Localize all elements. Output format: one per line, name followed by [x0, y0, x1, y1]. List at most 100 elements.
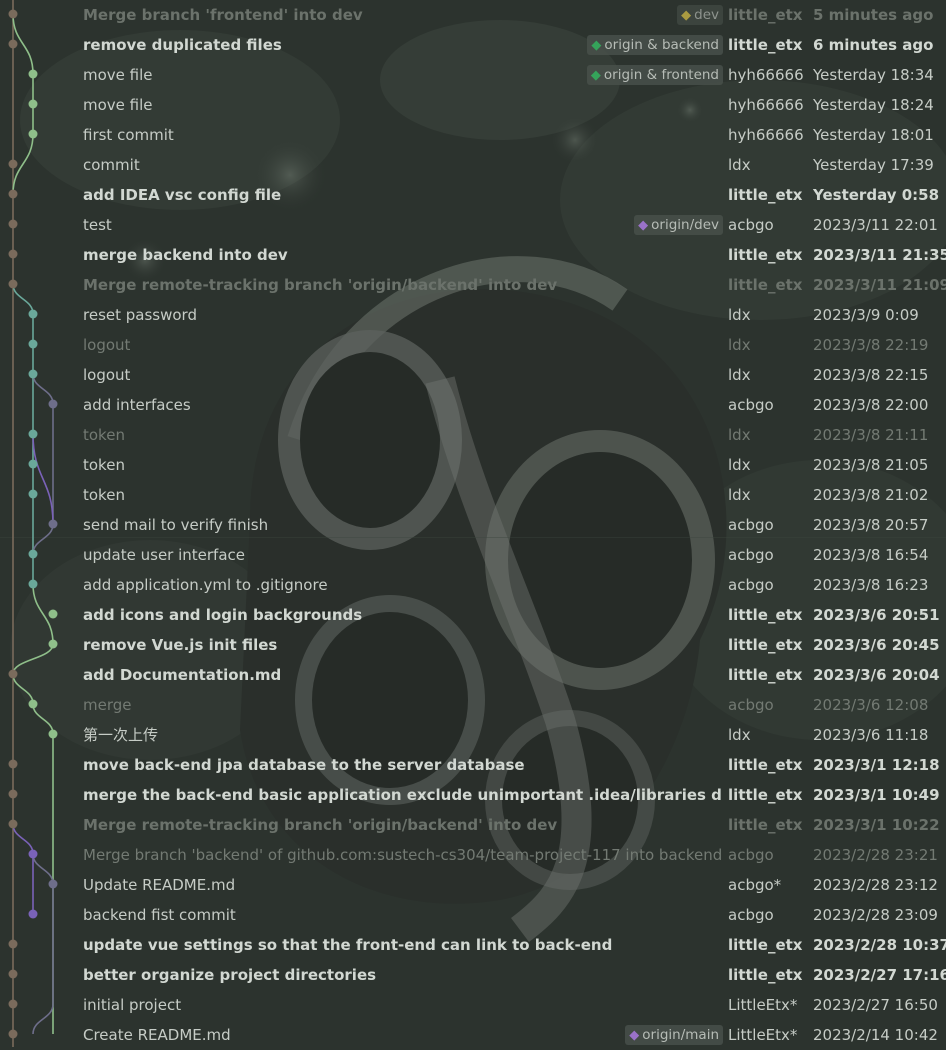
commit-date: 2023/3/8 16:54: [813, 546, 929, 564]
commit-subject: add application.yml to .gitignore: [83, 576, 328, 594]
commit-row[interactable]: add Documentation.md little_etx 2023/3/6 2…: [0, 660, 946, 690]
commit-subject: Merge branch 'backend' of github.com:sus…: [83, 846, 723, 864]
commit-subject: add Documentation.md: [83, 666, 282, 684]
commit-subject: commit: [83, 156, 140, 174]
commit-row[interactable]: token ldx 2023/3/8 21:05: [0, 450, 946, 480]
commit-subject: initial project: [83, 996, 182, 1014]
commit-row[interactable]: merge acbgo 2023/3/6 12:08: [0, 690, 946, 720]
commit-date: 2023/3/8 22:19: [813, 336, 929, 354]
commit-row[interactable]: token ldx 2023/3/8 21:11: [0, 420, 946, 450]
commit-row[interactable]: move file hyh66666 Yesterday 18:24: [0, 90, 946, 120]
branch-ref-label[interactable]: ◆ origin/dev: [634, 215, 723, 235]
commit-date: 2023/3/6 20:04: [813, 666, 940, 684]
commit-row[interactable]: backend fist commit acbgo 2023/2/28 23:09: [0, 900, 946, 930]
commit-row[interactable]: add interfaces acbgo 2023/3/8 22:00: [0, 390, 946, 420]
commit-author: little_etx: [728, 756, 803, 774]
branch-ref-label[interactable]: ◆ origin & backend: [587, 35, 723, 55]
commit-subject: move file: [83, 96, 153, 114]
commit-author: hyh66666: [728, 126, 804, 144]
commit-row[interactable]: remove Vue.js init files little_etx 2023/3…: [0, 630, 946, 660]
commit-row[interactable]: add icons and login backgrounds little_et…: [0, 600, 946, 630]
commit-date: 2023/3/6 11:18: [813, 726, 929, 744]
commit-row[interactable]: first commit hyh66666 Yesterday 18:01: [0, 120, 946, 150]
branch-ref-label[interactable]: ◆ origin & frontend: [586, 65, 723, 85]
commit-date: 2023/3/1 10:49: [813, 786, 940, 804]
commit-row[interactable]: Merge remote-tracking branch 'origin/bac…: [0, 270, 946, 300]
commit-date: 2023/2/28 10:37: [813, 936, 946, 954]
commit-row[interactable]: move file ◆ origin & frontend hyh66666 Yeste…: [0, 60, 946, 90]
commit-row[interactable]: merge backend into dev little_etx 2023/3/1…: [0, 240, 946, 270]
commit-subject: token: [83, 456, 125, 474]
commit-date: Yesterday 17:39: [813, 156, 934, 174]
branch-ref-text: origin/main: [642, 1027, 719, 1043]
commit-author: acbgo: [728, 396, 774, 414]
commit-subject: add IDEA vsc config file: [83, 186, 282, 204]
commit-date: 2023/2/27 16:50: [813, 996, 938, 1014]
commit-row[interactable]: Merge branch 'frontend' into dev ◆ dev litt…: [0, 0, 946, 30]
commit-row[interactable]: logout ldx 2023/3/8 22:15: [0, 360, 946, 390]
commit-author: acbgo: [728, 216, 774, 234]
commit-row[interactable]: Merge remote-tracking branch 'origin/bac…: [0, 810, 946, 840]
tag-icon-green: ◆: [590, 68, 601, 83]
commit-row[interactable]: logout ldx 2023/3/8 22:19: [0, 330, 946, 360]
commit-row[interactable]: Update README.md acbgo* 2023/2/28 23:12: [0, 870, 946, 900]
branch-ref-text: origin & frontend: [603, 67, 719, 83]
commit-author: little_etx: [728, 186, 803, 204]
commit-date: 2023/3/8 20:57: [813, 516, 929, 534]
commit-row[interactable]: 第一次上传 ldx 2023/3/6 11:18: [0, 720, 946, 750]
commit-date: 2023/3/8 22:00: [813, 396, 929, 414]
commit-author: little_etx: [728, 276, 803, 294]
commit-row[interactable]: token ldx 2023/3/8 21:02: [0, 480, 946, 510]
commit-author: ldx: [728, 456, 751, 474]
commit-subject: Merge remote-tracking branch 'origin/bac…: [83, 276, 558, 294]
commit-author: little_etx: [728, 786, 803, 804]
commit-date: 2023/3/11 21:35: [813, 246, 946, 264]
commit-date: 2023/2/14 10:42: [813, 1026, 938, 1044]
commit-date: 2023/3/6 12:08: [813, 696, 929, 714]
commit-author: little_etx: [728, 636, 803, 654]
commit-row[interactable]: reset password ldx 2023/3/9 0:09: [0, 300, 946, 330]
commit-subject: logout: [83, 366, 131, 384]
commit-subject: 第一次上传: [83, 726, 159, 744]
commit-row[interactable]: update user interface acbgo 2023/3/8 16:54: [0, 540, 946, 570]
commit-row[interactable]: Create README.md ◆ origin/main LittleEtx* 20…: [0, 1020, 946, 1050]
commit-author: hyh66666: [728, 96, 804, 114]
commit-row[interactable]: better organize project directories littl…: [0, 960, 946, 990]
commit-subject: merge the back-end basic application exc…: [83, 786, 723, 804]
branch-ref-label[interactable]: ◆ origin/main: [625, 1025, 723, 1045]
commit-row[interactable]: add application.yml to .gitignore acbgo 20…: [0, 570, 946, 600]
commit-row[interactable]: test ◆ origin/dev acbgo 2023/3/11 22:01: [0, 210, 946, 240]
commit-author: little_etx: [728, 606, 803, 624]
commit-author: LittleEtx*: [728, 996, 798, 1014]
commit-list: Merge branch 'frontend' into dev ◆ dev litt…: [0, 0, 946, 1050]
commit-date: Yesterday 18:24: [813, 96, 934, 114]
commit-author: little_etx: [728, 246, 803, 264]
commit-row[interactable]: commit ldx Yesterday 17:39: [0, 150, 946, 180]
commit-row[interactable]: move back-end jpa database to the server…: [0, 750, 946, 780]
commit-row[interactable]: update vue settings so that the front-en…: [0, 930, 946, 960]
commit-author: hyh66666: [728, 66, 804, 84]
commit-author: acbgo: [728, 546, 774, 564]
commit-row[interactable]: Merge branch 'backend' of github.com:sus…: [0, 840, 946, 870]
commit-date: 2023/3/11 21:09: [813, 276, 946, 294]
commit-row[interactable]: merge the back-end basic application exc…: [0, 780, 946, 810]
commit-row[interactable]: send mail to verify finish acbgo 2023/3/8 …: [0, 510, 946, 540]
commit-subject: backend fist commit: [83, 906, 236, 924]
commit-date: 2023/3/8 21:05: [813, 456, 929, 474]
commit-author: little_etx: [728, 6, 803, 24]
commit-subject: move file: [83, 66, 153, 84]
commit-date: 2023/3/8 16:23: [813, 576, 929, 594]
commit-date: Yesterday 18:34: [813, 66, 934, 84]
commit-subject: first commit: [83, 126, 174, 144]
commit-row[interactable]: remove duplicated files ◆ origin & backend…: [0, 30, 946, 60]
commit-date: Yesterday 18:01: [813, 126, 934, 144]
branch-ref-label[interactable]: ◆ dev: [677, 5, 723, 25]
commit-row[interactable]: initial project LittleEtx* 2023/2/27 16:50: [0, 990, 946, 1020]
commit-date: 2023/2/28 23:21: [813, 846, 938, 864]
tag-icon-purple: ◆: [638, 218, 649, 233]
commit-date: Yesterday 0:58: [813, 186, 940, 204]
commit-date: 2023/3/11 22:01: [813, 216, 938, 234]
commit-subject: update user interface: [83, 546, 246, 564]
commit-date: 2023/3/1 12:18: [813, 756, 940, 774]
commit-row[interactable]: add IDEA vsc config file little_etx Yester…: [0, 180, 946, 210]
